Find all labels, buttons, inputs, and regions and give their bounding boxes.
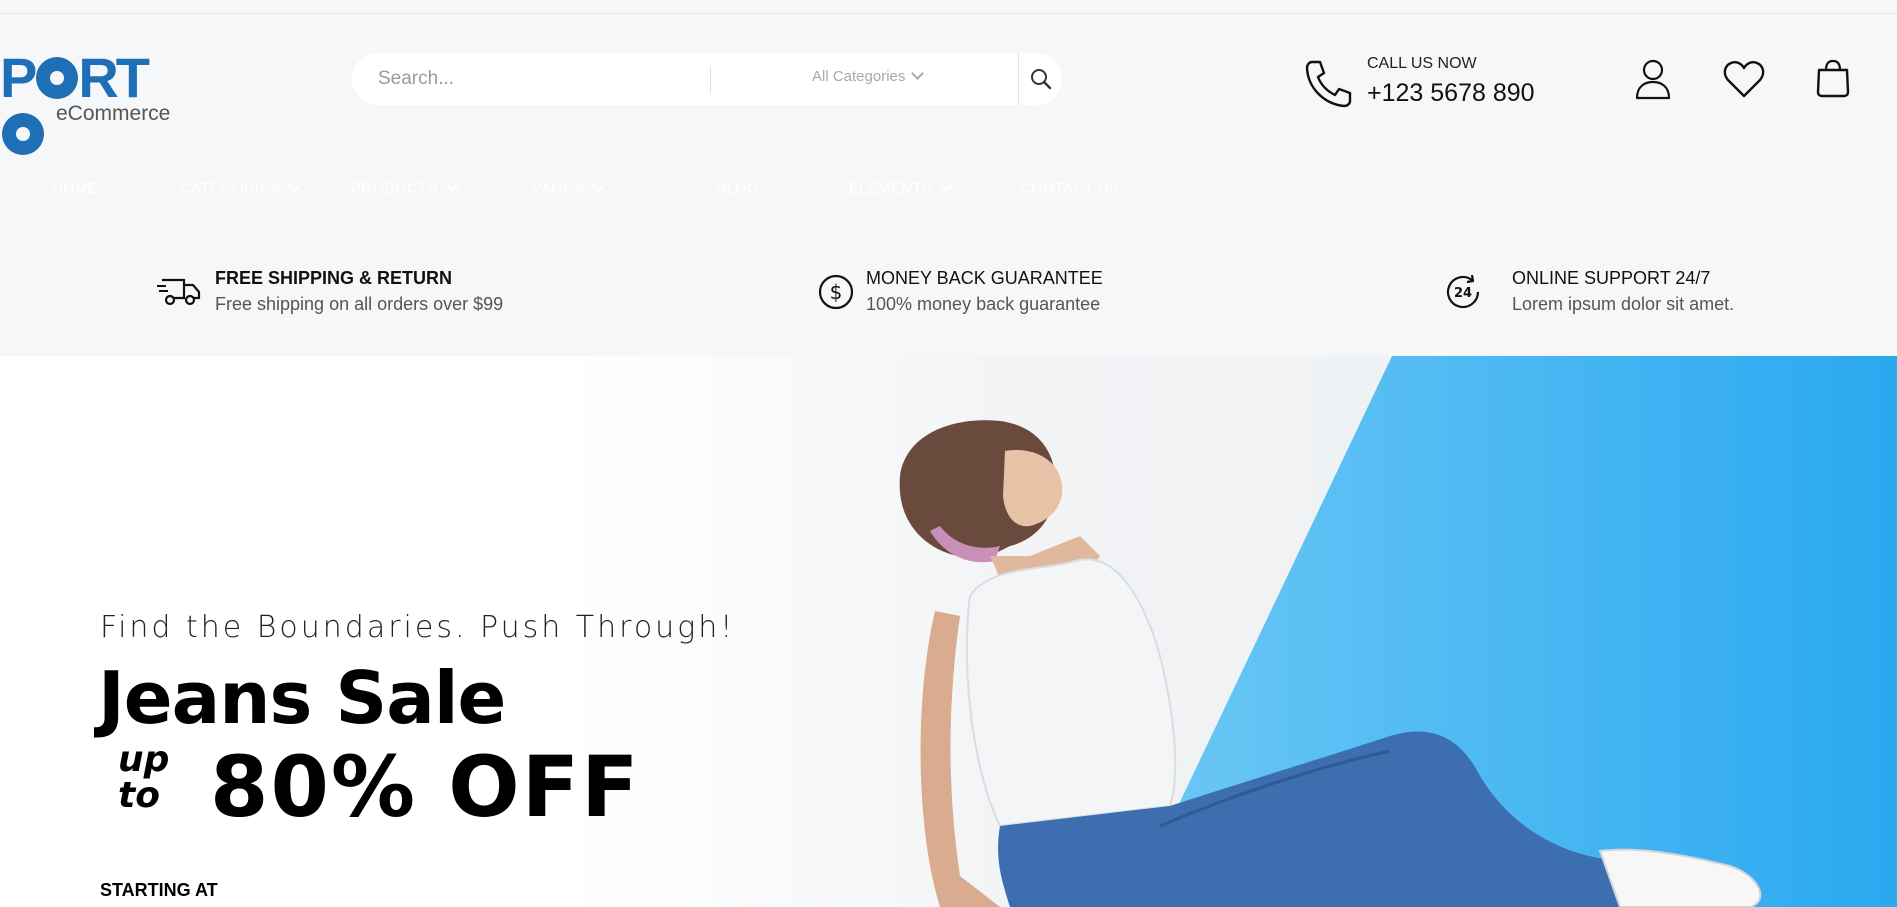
feature-online-support: ONLINE SUPPORT 24/7 Lorem ipsum dolor si… xyxy=(1512,268,1734,315)
logo-tagline: eCommerce xyxy=(56,102,171,125)
logo-o-mark xyxy=(2,113,44,155)
search-icon xyxy=(1030,69,1051,90)
hero-title: Jeans Sale xyxy=(98,656,506,740)
logo[interactable]: P RT eCommerce xyxy=(0,50,190,155)
category-select[interactable]: All Categories xyxy=(812,67,925,85)
feature-money-back: MONEY BACK GUARANTEE 100% money back gua… xyxy=(866,268,1103,315)
feature-subtitle: Free shipping on all orders over $99 xyxy=(215,294,504,314)
chevron-down-icon xyxy=(911,67,925,80)
chevron-down-icon xyxy=(445,179,459,192)
top-strip xyxy=(0,0,1897,14)
support-24-icon: 24 xyxy=(1446,274,1480,309)
category-select-label: All Categories xyxy=(812,68,906,85)
search-divider xyxy=(710,67,711,93)
nav-item-home[interactable]: HOME xyxy=(52,180,98,197)
phone-number[interactable]: +123 5678 890 xyxy=(1367,79,1535,108)
hero-discount: 80% OFF xyxy=(210,738,641,836)
feature-title: ONLINE SUPPORT 24/7 xyxy=(1512,268,1711,288)
svg-text:24: 24 xyxy=(1454,286,1472,301)
hero-starting-at: STARTING AT xyxy=(100,880,218,900)
bag-icon[interactable] xyxy=(1815,58,1851,98)
dollar-icon: $ xyxy=(818,274,854,310)
feature-title: MONEY BACK GUARANTEE xyxy=(866,268,1103,288)
call-us-label: CALL US NOW xyxy=(1367,55,1477,72)
nav-item-categories[interactable]: CATEGORIES xyxy=(180,179,302,197)
logo-o-mark xyxy=(36,57,79,99)
nav-item-pages[interactable]: PAGES xyxy=(532,179,605,197)
svg-text:$: $ xyxy=(830,280,843,304)
nav-item-elements[interactable]: ELEMENTS xyxy=(849,179,954,197)
hero-to-text: to xyxy=(118,775,160,816)
truck-icon xyxy=(157,278,201,306)
nav-item-products[interactable]: PRODUCTS xyxy=(351,179,459,197)
search-input[interactable] xyxy=(378,53,1038,105)
nav-item-contact-us[interactable]: CONTACT US xyxy=(1020,180,1119,197)
chevron-down-icon xyxy=(940,179,954,192)
search-bar xyxy=(352,53,1062,105)
feature-free-shipping: FREE SHIPPING & RETURN Free shipping on … xyxy=(215,268,503,315)
user-icon[interactable] xyxy=(1634,58,1672,100)
hero-up-text: up xyxy=(118,739,170,780)
hero-banner[interactable]: Find the Boundaries. Push Through! Jeans… xyxy=(0,356,1897,907)
feature-subtitle: Lorem ipsum dolor sit amet. xyxy=(1512,294,1735,314)
feature-subtitle: 100% money back guarantee xyxy=(866,294,1101,314)
phone-icon xyxy=(1305,60,1352,108)
chevron-down-icon xyxy=(592,179,605,192)
heart-icon[interactable] xyxy=(1723,60,1765,98)
main-nav: HOME CATEGORIES PRODUCTS PAGES BLOG ELEM… xyxy=(0,179,1200,210)
search-button[interactable] xyxy=(1018,53,1062,105)
hero-subtitle: Find the Boundaries. Push Through! xyxy=(100,610,736,645)
nav-item-blog[interactable]: BLOG xyxy=(716,180,759,197)
chevron-down-icon xyxy=(288,179,302,192)
feature-title: FREE SHIPPING & RETURN xyxy=(215,268,453,288)
